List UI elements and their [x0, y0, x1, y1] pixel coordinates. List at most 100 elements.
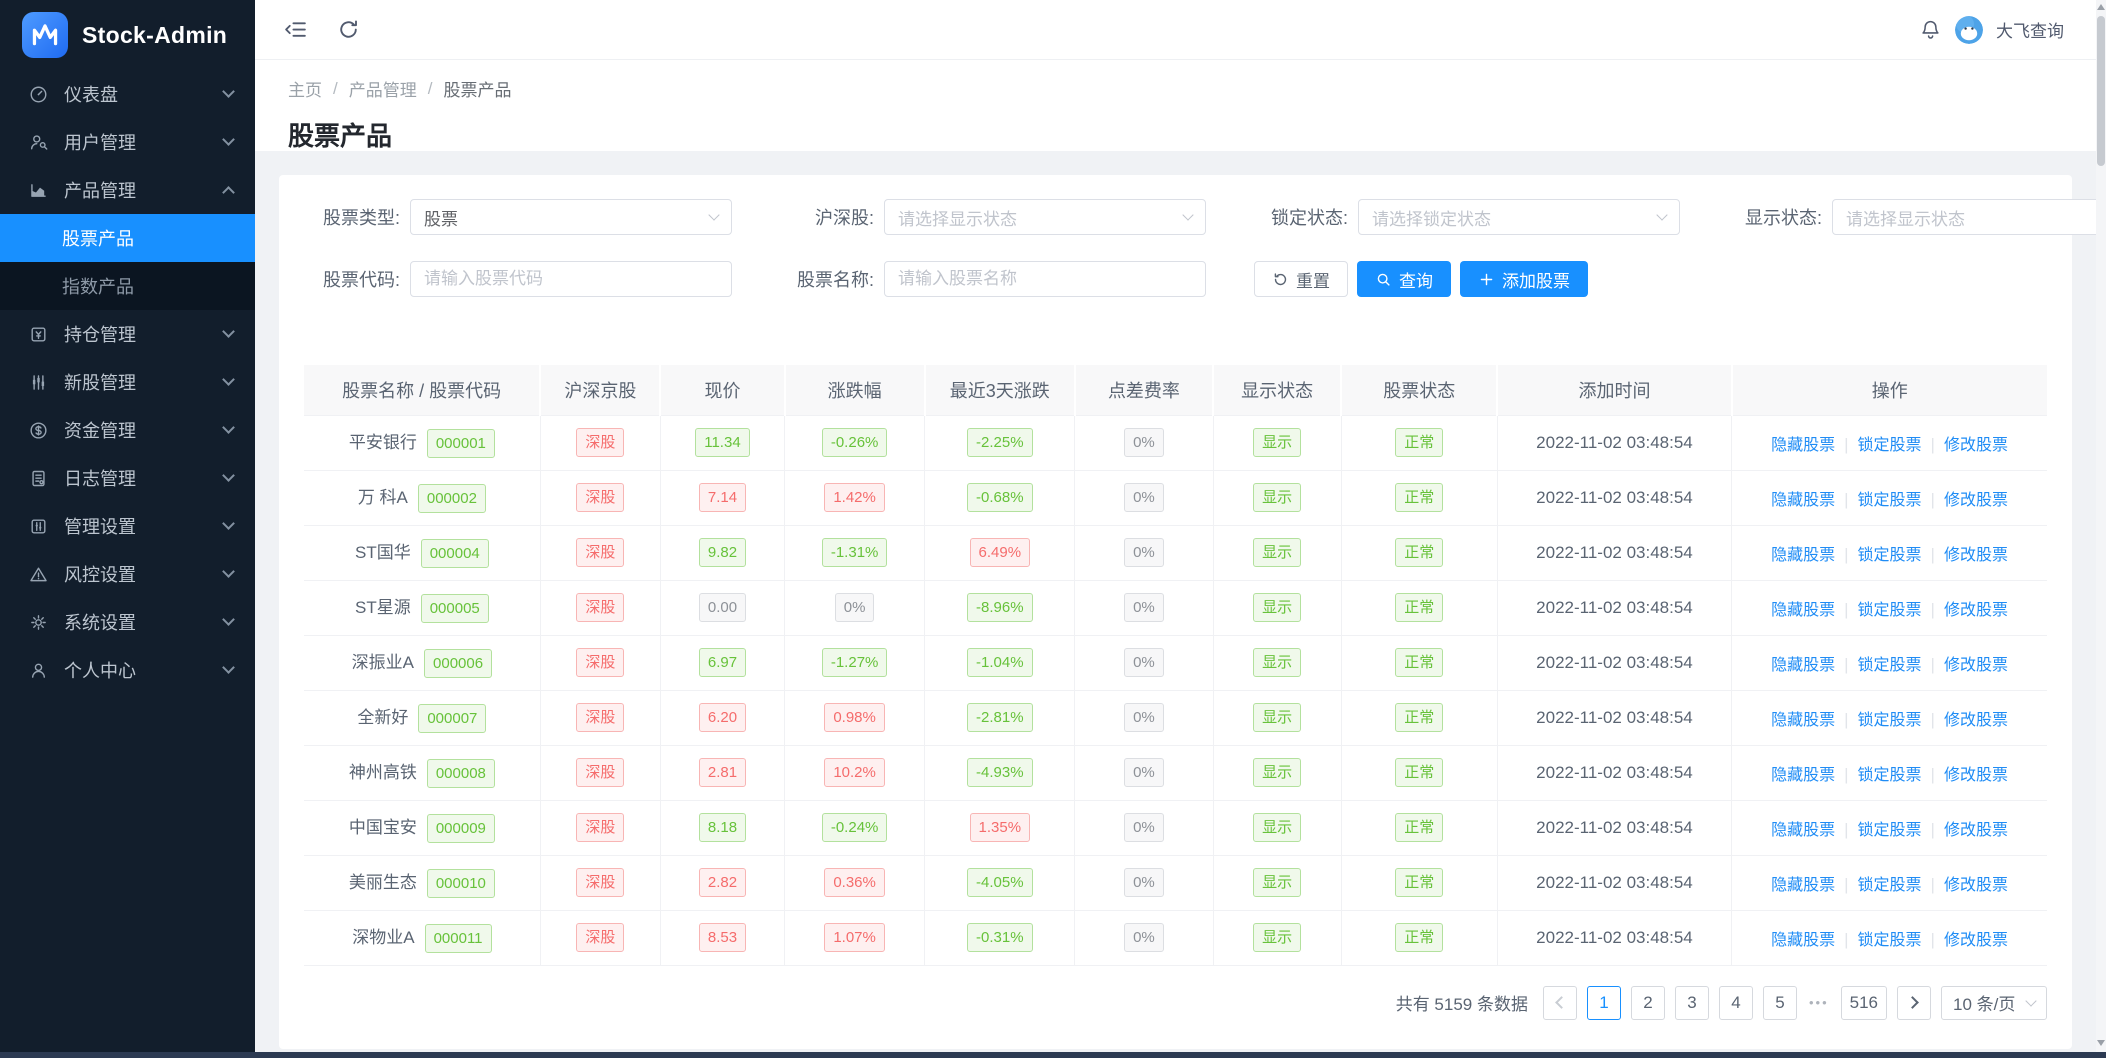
page-button-2[interactable]: 2 — [1631, 986, 1665, 1020]
filter-label: 股票类型: — [304, 204, 400, 230]
hide-stock-link[interactable]: 隐藏股票 — [1771, 492, 1835, 509]
stock-status-cell: 正常 — [1341, 580, 1497, 635]
change-3d-badge: 1.35% — [970, 813, 1031, 842]
sidebar-item-risk-settings[interactable]: 风控设置 — [0, 550, 255, 598]
table-row: 神州高铁000008深股2.8110.2%-4.93%0%显示正常2022-11… — [304, 745, 2047, 800]
change-3d-badge: 6.49% — [970, 538, 1031, 567]
edit-stock-link[interactable]: 修改股票 — [1944, 877, 2008, 894]
spread-badge: 0% — [1124, 703, 1164, 732]
horizontal-scrollbar[interactable] — [0, 1052, 2106, 1058]
stock-status-badge: 正常 — [1395, 648, 1443, 677]
prev-page-button[interactable] — [1543, 986, 1577, 1020]
lock-stock-link[interactable]: 锁定股票 — [1858, 602, 1922, 619]
stock-name: ST国华 — [355, 543, 411, 562]
lock-stock-link[interactable]: 锁定股票 — [1858, 547, 1922, 564]
sidebar-item-new-stock-management[interactable]: 新股管理 — [0, 358, 255, 406]
page-button-3[interactable]: 3 — [1675, 986, 1709, 1020]
lock-stock-link[interactable]: 锁定股票 — [1858, 822, 1922, 839]
current-user-name[interactable]: 大飞查询 — [1996, 17, 2064, 42]
table-row: 万 科A000002深股7.141.42%-0.68%0%显示正常2022-11… — [304, 470, 2047, 525]
page-button-1[interactable]: 1 — [1587, 986, 1621, 1020]
sidebar-item-funds-management[interactable]: 资金管理 — [0, 406, 255, 454]
change-badge: -1.27% — [822, 648, 888, 677]
stock-name-input[interactable] — [884, 261, 1206, 297]
bell-icon[interactable] — [1919, 18, 1942, 41]
stock-name-cell: ST国华000004 — [304, 525, 540, 580]
hide-stock-link[interactable]: 隐藏股票 — [1771, 767, 1835, 784]
breadcrumb-link[interactable]: 产品管理 — [349, 76, 417, 101]
sidebar-item-profile[interactable]: 个人中心 — [0, 646, 255, 694]
next-page-button[interactable] — [1897, 986, 1931, 1020]
hide-stock-link[interactable]: 隐藏股票 — [1771, 602, 1835, 619]
edit-stock-link[interactable]: 修改股票 — [1944, 547, 2008, 564]
sidebar-subitem-stock-products[interactable]: 股票产品 — [0, 214, 255, 262]
edit-stock-link[interactable]: 修改股票 — [1944, 822, 2008, 839]
stock-status-cell: 正常 — [1341, 635, 1497, 690]
edit-stock-link[interactable]: 修改股票 — [1944, 437, 2008, 454]
edit-stock-link[interactable]: 修改股票 — [1944, 657, 2008, 674]
sidebar-item-label: 资金管理 — [64, 417, 224, 443]
change-3d-badge: -4.05% — [967, 868, 1033, 897]
edit-stock-link[interactable]: 修改股票 — [1944, 712, 2008, 729]
stock-name-cell: 美丽生态000010 — [304, 855, 540, 910]
search-button[interactable]: 查询 — [1357, 261, 1451, 297]
hide-stock-link[interactable]: 隐藏股票 — [1771, 657, 1835, 674]
lock-stock-link[interactable]: 锁定股票 — [1858, 437, 1922, 454]
page-size-select[interactable]: 10 条/页 — [1941, 986, 2047, 1020]
chevron-down-icon — [222, 469, 235, 482]
sidebar-item-user-management[interactable]: 用户管理 — [0, 118, 255, 166]
lock-stock-link[interactable]: 锁定股票 — [1858, 492, 1922, 509]
display-status-badge: 显示 — [1253, 648, 1301, 677]
chevron-down-icon — [222, 565, 235, 578]
lock-status-select[interactable]: 请选择锁定状态 — [1358, 199, 1680, 235]
sidebar-item-product-management[interactable]: 产品管理 — [0, 166, 255, 214]
page-button-4[interactable]: 4 — [1719, 986, 1753, 1020]
lock-stock-link[interactable]: 锁定股票 — [1858, 877, 1922, 894]
hide-stock-link[interactable]: 隐藏股票 — [1771, 712, 1835, 729]
page-button-last[interactable]: 516 — [1841, 986, 1887, 1020]
avatar[interactable] — [1955, 16, 1983, 44]
add-stock-button[interactable]: 添加股票 — [1460, 261, 1588, 297]
content: 股票类型:股票沪深股:请选择显示状态锁定状态:请选择锁定状态显示状态:请选择显示… — [255, 151, 2096, 1052]
lock-stock-link[interactable]: 锁定股票 — [1858, 767, 1922, 784]
hide-stock-link[interactable]: 隐藏股票 — [1771, 547, 1835, 564]
change-cell: 0.98% — [785, 690, 925, 745]
menu-fold-icon[interactable] — [283, 17, 308, 42]
sidebar-item-position-management[interactable]: 持仓管理 — [0, 310, 255, 358]
sidebar-item-dashboard[interactable]: 仪表盘 — [0, 70, 255, 118]
actions-cell: 隐藏股票|锁定股票|修改股票 — [1732, 580, 2047, 635]
edit-stock-link[interactable]: 修改股票 — [1944, 932, 2008, 949]
hide-stock-link[interactable]: 隐藏股票 — [1771, 932, 1835, 949]
vertical-scrollbar[interactable] — [2096, 0, 2106, 1052]
refresh-icon[interactable] — [336, 17, 361, 42]
breadcrumb-link[interactable]: 主页 — [288, 76, 322, 101]
edit-stock-link[interactable]: 修改股票 — [1944, 767, 2008, 784]
action-separator: | — [1931, 765, 1935, 784]
hide-stock-link[interactable]: 隐藏股票 — [1771, 877, 1835, 894]
lock-stock-link[interactable]: 锁定股票 — [1858, 712, 1922, 729]
hide-stock-link[interactable]: 隐藏股票 — [1771, 822, 1835, 839]
edit-stock-link[interactable]: 修改股票 — [1944, 602, 2008, 619]
reset-button[interactable]: 重置 — [1254, 261, 1348, 297]
lock-stock-link[interactable]: 锁定股票 — [1858, 657, 1922, 674]
stock-code-input[interactable] — [410, 261, 732, 297]
sidebar-item-admin-settings[interactable]: 管理设置 — [0, 502, 255, 550]
edit-stock-link[interactable]: 修改股票 — [1944, 492, 2008, 509]
page-button-5[interactable]: 5 — [1763, 986, 1797, 1020]
stock-name: 深物业A — [352, 928, 414, 947]
display-status-cell: 显示 — [1213, 800, 1341, 855]
lock-stock-link[interactable]: 锁定股票 — [1858, 932, 1922, 949]
sidebar-item-system-settings[interactable]: 系统设置 — [0, 598, 255, 646]
hs-market-select[interactable]: 请选择显示状态 — [884, 199, 1206, 235]
sidebar-item-log-management[interactable]: 日志管理 — [0, 454, 255, 502]
hide-stock-link[interactable]: 隐藏股票 — [1771, 437, 1835, 454]
scroll-down-arrow-icon[interactable] — [2097, 1040, 2105, 1046]
stock-type-select[interactable]: 股票 — [410, 199, 732, 235]
sidebar-subitem-index-products[interactable]: 指数产品 — [0, 262, 255, 310]
page-ellipsis[interactable]: ••• — [1807, 995, 1831, 1010]
scrollbar-thumb[interactable] — [2097, 16, 2105, 166]
display-status-select[interactable]: 请选择显示状态 — [1832, 199, 2096, 235]
scroll-up-arrow-icon[interactable] — [2097, 4, 2105, 10]
action-separator: | — [1931, 655, 1935, 674]
table-row: ST星源000005深股0.000%-8.96%0%显示正常2022-11-02… — [304, 580, 2047, 635]
